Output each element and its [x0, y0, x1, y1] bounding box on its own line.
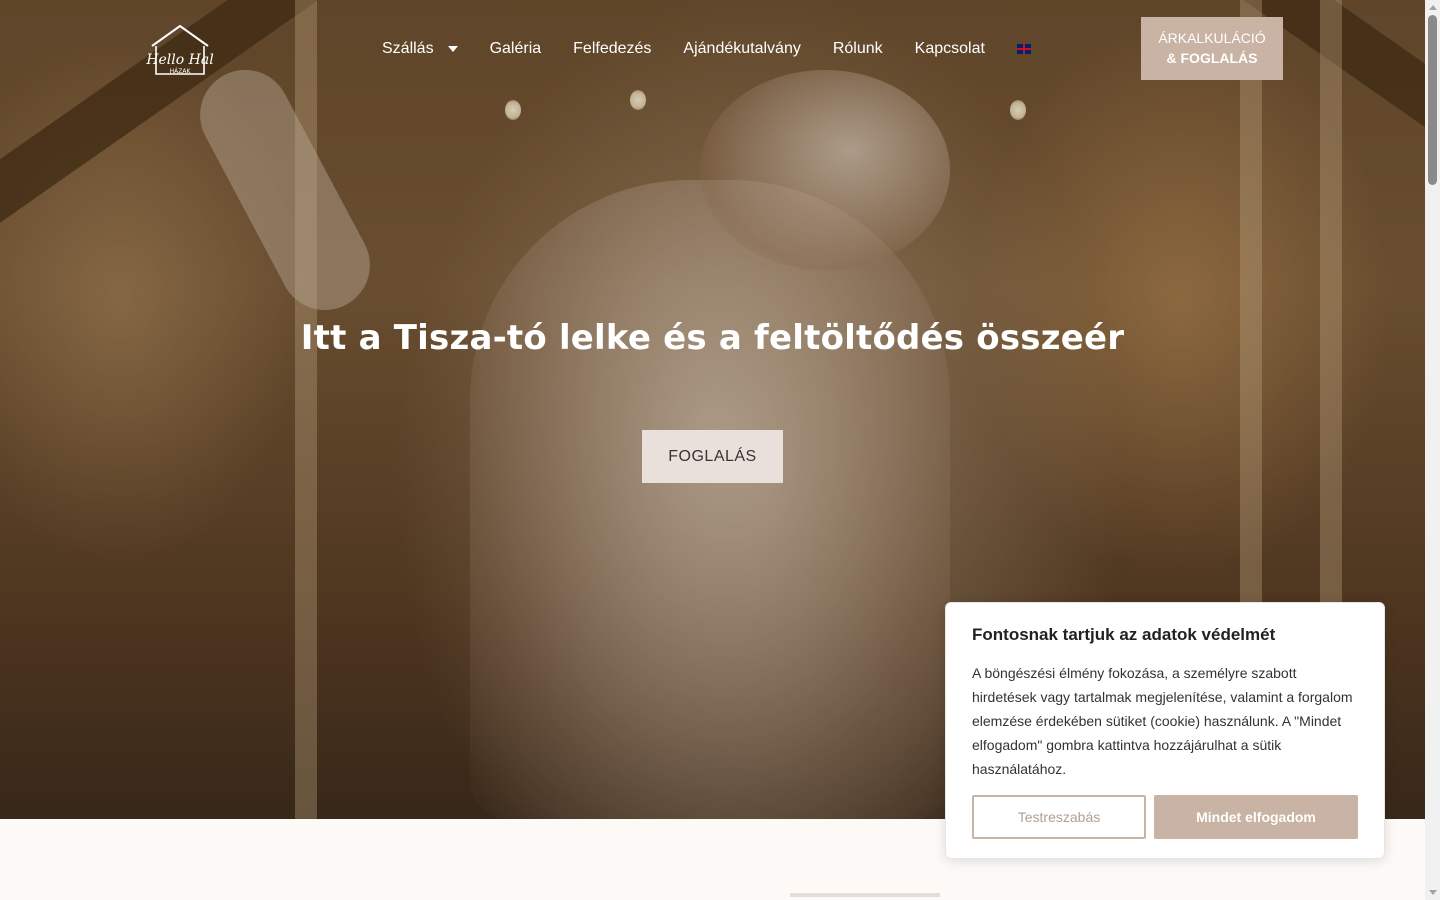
house-logo-icon: Hello Hal HÁZAK [145, 24, 214, 75]
cookie-customize-button[interactable]: Testreszabás [972, 795, 1146, 839]
menu-item-label: Felfedezés [573, 40, 652, 57]
cookie-buttons: Testreszabás Mindet elfogadom [972, 795, 1358, 839]
menu-item-felfedezes[interactable]: Felfedezés [573, 40, 651, 58]
menu-item-label: Ajándékutalvány [683, 40, 801, 57]
menu-item-ajandekutalvany[interactable]: Ajándékutalvány [683, 40, 800, 58]
cookie-title: Fontosnak tartjuk az adatok védelmét [972, 625, 1276, 644]
top-navigation: Hello Hal HÁZAK Szállás Galéria Felfedez… [0, 0, 1425, 100]
hero-headline: Itt a Tisza-tó lelke és a feltöltődés ös… [300, 318, 1125, 358]
cookie-consent-banner: Fontosnak tartjuk az adatok védelmét A b… [945, 602, 1385, 859]
scroll-up-arrow-icon[interactable] [1429, 5, 1437, 10]
cookie-accept-all-button[interactable]: Mindet elfogadom [1154, 795, 1358, 839]
chevron-down-icon[interactable] [447, 46, 458, 52]
menu-item-galeria[interactable]: Galéria [490, 40, 542, 58]
menu-item-label: Kapcsolat [914, 40, 985, 57]
brand-logo[interactable]: Hello Hal HÁZAK [144, 22, 216, 78]
cookie-text: A böngészési élmény fokozása, a személyr… [972, 665, 1353, 777]
scroll-down-arrow-icon[interactable] [1429, 890, 1437, 895]
price-calc-booking-button[interactable]: ÁRKALKULÁCIÓ & FOGLALÁS [1141, 17, 1283, 80]
menu-item-label: Galéria [489, 40, 542, 57]
hero-booking-button[interactable]: FOGLALÁS [642, 430, 783, 483]
page-scrollbar[interactable] [1425, 0, 1440, 900]
menu-item-kapcsolat[interactable]: Kapcsolat [915, 40, 985, 58]
next-section-heading [790, 893, 940, 897]
uk-flag-icon[interactable] [1016, 44, 1031, 54]
menu-item-rolunk[interactable]: Rólunk [833, 40, 883, 58]
main-menu: Szállás Galéria Felfedezés Ajándékutalvá… [382, 40, 1031, 58]
menu-item-label: Szállás [382, 40, 434, 57]
menu-item-label: Rólunk [832, 40, 883, 57]
svg-text:HÁZAK: HÁZAK [170, 68, 192, 75]
cta-line1: ÁRKALKULÁCIÓ [1158, 30, 1266, 46]
scrollbar-thumb[interactable] [1428, 15, 1437, 185]
menu-item-szallas[interactable]: Szállás [382, 40, 458, 58]
svg-text:Hello Hal: Hello Hal [145, 52, 213, 68]
cta-line2: & FOGLALÁS [1166, 50, 1258, 66]
